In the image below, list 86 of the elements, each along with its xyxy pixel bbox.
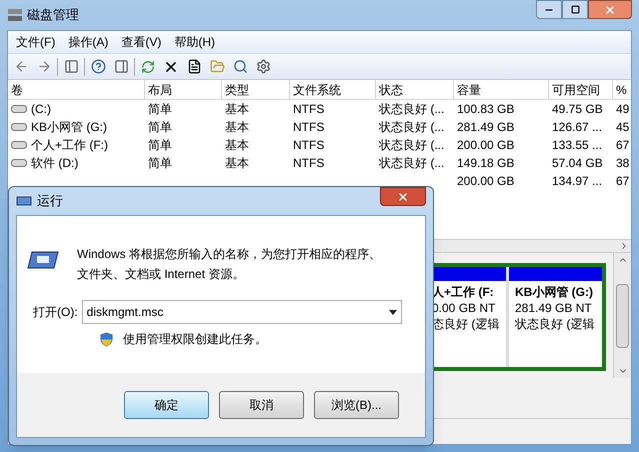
partition-block[interactable]: KB小网管 (G:) 281.49 GB NT 状态良好 (逻辑 bbox=[506, 267, 602, 367]
table-cell-text: 57.04 GB bbox=[552, 155, 603, 172]
close-icon bbox=[397, 190, 409, 202]
scroll-thumb[interactable] bbox=[616, 284, 629, 348]
drive-icon bbox=[11, 122, 27, 132]
table-cell-text: NTFS bbox=[293, 137, 324, 154]
table-cell-text: 状态良好 (... bbox=[379, 155, 444, 172]
menu-item[interactable]: 操作(A) bbox=[68, 33, 108, 51]
description-text: 文件夹、文档或 Internet 资源。 bbox=[77, 266, 246, 283]
column-header[interactable]: 布局 bbox=[145, 80, 222, 100]
table-cell-text: NTFS bbox=[293, 101, 324, 118]
table-cell-text: 简单 bbox=[148, 101, 172, 118]
open-icon bbox=[210, 59, 224, 74]
settings-icon bbox=[256, 59, 270, 74]
window-title: 磁盘管理 bbox=[27, 6, 79, 24]
table-cell-text: 状态良好 (... bbox=[379, 137, 444, 154]
table-cell-text: 133.55 ... bbox=[552, 137, 602, 154]
column-header[interactable]: 容量 bbox=[454, 80, 549, 100]
open-label: 打开(O): bbox=[33, 304, 78, 321]
console-tree-icon bbox=[64, 59, 78, 74]
menu-item[interactable]: 查看(V) bbox=[121, 33, 162, 51]
run-icon bbox=[27, 250, 59, 270]
column-header[interactable]: 状态 bbox=[376, 80, 454, 100]
partition-size: 281.49 GB NT bbox=[515, 300, 593, 316]
refresh-icon bbox=[141, 60, 155, 74]
table-cell-text: 49.75 GB bbox=[552, 101, 603, 118]
table-cell-text: 49 bbox=[616, 101, 630, 118]
table-cell-text: 67 bbox=[616, 137, 630, 154]
dialog-button[interactable]: 取消 bbox=[219, 391, 304, 419]
menu-item[interactable]: 帮助(H) bbox=[174, 33, 215, 51]
table-cell-text: 38 bbox=[616, 155, 630, 172]
table-cell-text: 简单 bbox=[148, 119, 172, 136]
admin-note: 使用管理权限创建此任务。 bbox=[123, 331, 267, 348]
table-cell-text: 45 bbox=[616, 119, 630, 136]
dialog-title: 运行 bbox=[37, 192, 63, 210]
table-cell-text: NTFS bbox=[293, 119, 324, 136]
command-field[interactable]: diskmgmt.msc bbox=[82, 300, 402, 324]
disk-management-icon bbox=[7, 8, 23, 22]
table-cell-text: 基本 bbox=[225, 119, 249, 136]
run-icon bbox=[16, 196, 32, 206]
close-button[interactable] bbox=[380, 187, 426, 206]
shield-icon bbox=[100, 332, 113, 346]
close-icon bbox=[604, 4, 616, 16]
table-cell-text: 200.00 GB bbox=[457, 173, 514, 190]
column-header[interactable]: 类型 bbox=[222, 80, 290, 100]
menu-item[interactable]: 文件(F) bbox=[16, 33, 56, 51]
table-cell-text: 200.00 GB bbox=[457, 137, 514, 154]
table-cell-text: 149.18 GB bbox=[457, 155, 514, 172]
maximize-icon bbox=[570, 5, 580, 14]
help-icon bbox=[90, 59, 106, 74]
back-icon bbox=[14, 59, 28, 74]
table-cell-text: 134.97 ... bbox=[552, 173, 602, 190]
dropdown-arrow-icon[interactable] bbox=[388, 310, 397, 314]
table-cell-text: 281.49 GB bbox=[457, 119, 514, 136]
table-cell-text: NTFS bbox=[293, 155, 324, 172]
table-cell-text: 简单 bbox=[148, 137, 172, 154]
table-cell-text: (C:) bbox=[31, 101, 51, 118]
column-header[interactable]: 卷 bbox=[8, 80, 145, 100]
dialog-button[interactable]: 确定 bbox=[124, 391, 209, 419]
table-cell-text: 软件 (D:) bbox=[31, 155, 78, 172]
forward-icon bbox=[36, 59, 52, 74]
column-header[interactable]: 可用空间 bbox=[549, 80, 613, 100]
table-cell-text: 67 bbox=[616, 173, 630, 190]
drive-icon bbox=[11, 104, 27, 114]
table-cell-text: 100.83 GB bbox=[457, 101, 514, 118]
table-cell-text: KB小网管 (G:) bbox=[31, 119, 108, 136]
search-icon bbox=[232, 59, 248, 74]
dialog-button[interactable]: 浏览(B)... bbox=[314, 391, 399, 419]
drive-icon bbox=[11, 140, 27, 150]
table-cell-text: 基本 bbox=[225, 155, 249, 172]
table-cell-text: 个人+工作 (F:) bbox=[31, 137, 108, 154]
table-cell-text: 状态良好 (... bbox=[379, 101, 444, 118]
table-cell-text: 基本 bbox=[225, 101, 249, 118]
table-cell-text: 基本 bbox=[225, 137, 249, 154]
table-cell-text: 状态良好 (... bbox=[379, 119, 444, 136]
properties-icon bbox=[186, 59, 202, 74]
drive-icon bbox=[11, 158, 27, 168]
close-button[interactable] bbox=[588, 0, 632, 19]
action-pane-icon bbox=[114, 59, 128, 74]
table-cell-text: 简单 bbox=[148, 155, 172, 172]
table-cell-text: 126.67 ... bbox=[552, 119, 602, 136]
maximize-button[interactable] bbox=[562, 0, 588, 19]
partition-status: 状态良好 (逻辑 bbox=[515, 316, 596, 332]
column-header[interactable]: 文件系统 bbox=[290, 80, 376, 100]
description-text: Windows 将根据您所输入的名称，为您打开相应的程序、 bbox=[77, 246, 382, 263]
partition-name: KB小网管 (G:) bbox=[515, 284, 594, 300]
